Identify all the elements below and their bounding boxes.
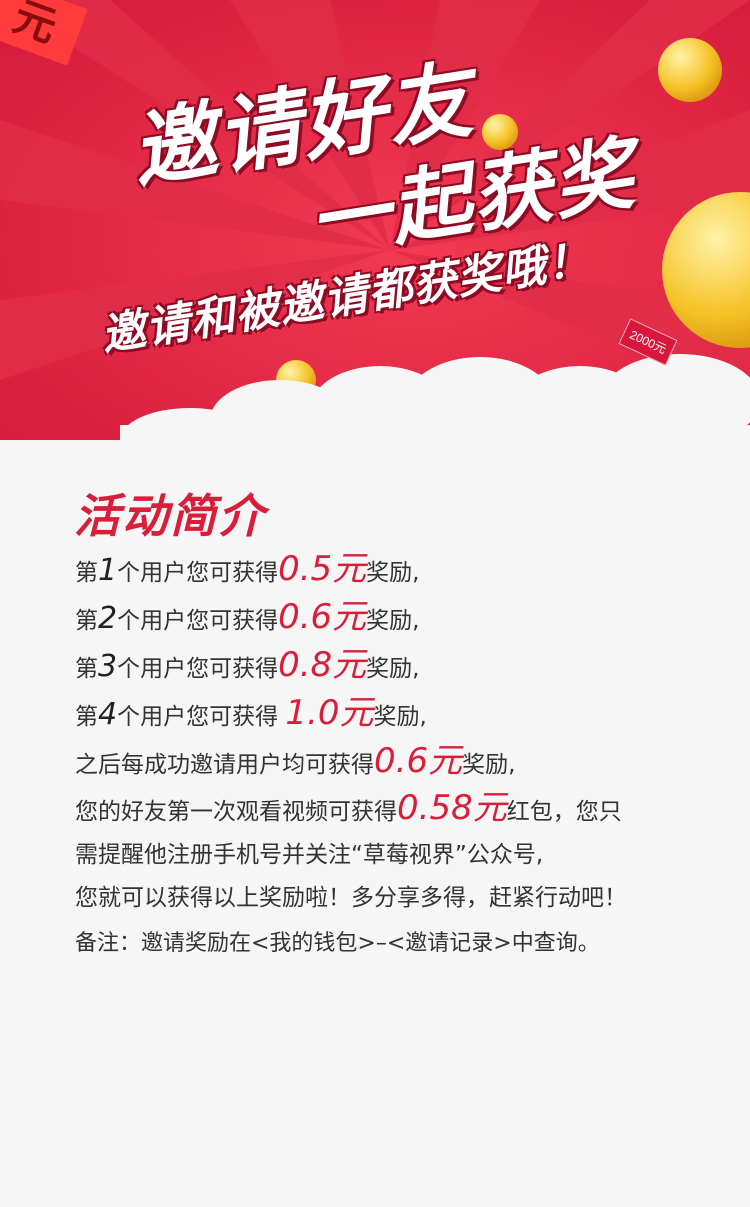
reward-amount: 1.0元 [285, 693, 374, 733]
friend-suffix: 红包，您只 [506, 799, 622, 825]
reward-text: 个用户您可获得 [117, 656, 279, 682]
reward-amount: 0.8元 [278, 645, 367, 685]
reward-rank: 2 [98, 601, 118, 636]
reward-line-2: 第2个用户您可获得0.6元奖励, [75, 593, 695, 641]
reward-suffix: 奖励, [373, 704, 427, 730]
section-title: 活动简介 [74, 489, 266, 543]
reward-prefix: 第 [75, 704, 98, 730]
reward-text: 个用户您可获得 [117, 704, 286, 730]
reward-amount: 0.6元 [278, 597, 367, 637]
after-text: 之后每成功邀请用户均可获得 [75, 752, 374, 778]
reward-rank: 1 [98, 553, 118, 588]
reward-suffix: 奖励, [366, 560, 420, 586]
after-reward-line: 之后每成功邀请用户均可获得0.6元奖励, [75, 737, 695, 785]
friend-reward-paragraph: 您的好友第一次观看视频可获得0.58元红包，您只 需提醒他注册手机号并关注“草莓… [75, 787, 695, 920]
reward-text: 个用户您可获得 [117, 608, 279, 634]
note-text: 备注：邀请奖励在<我的钱包>–<邀请记录>中查询。 [75, 931, 600, 956]
reward-suffix: 奖励, [366, 608, 420, 634]
coin-icon [658, 38, 722, 102]
reward-rank: 4 [98, 697, 118, 732]
after-suffix: 奖励, [462, 752, 516, 778]
reward-line-3: 第3个用户您可获得0.8元奖励, [75, 641, 695, 689]
reward-rank: 3 [98, 649, 118, 684]
reward-line-4: 第4个用户您可获得 1.0元奖励, [75, 689, 695, 737]
friend-line-2: 需提醒他注册手机号并关注“草莓视界”公众号, [75, 842, 544, 868]
reward-prefix: 第 [75, 656, 98, 682]
friend-line-3: 您就可以获得以上奖励啦！多分享多得，赶紧行动吧！ [75, 885, 627, 911]
reward-list: 第1个用户您可获得0.5元奖励, 第2个用户您可获得0.6元奖励, 第3个用户您… [75, 545, 695, 966]
reward-prefix: 第 [75, 560, 98, 586]
after-amount: 0.6元 [374, 741, 463, 781]
reward-text: 个用户您可获得 [117, 560, 279, 586]
reward-prefix: 第 [75, 608, 98, 634]
friend-text: 您的好友第一次观看视频可获得 [75, 799, 397, 825]
reward-line-1: 第1个用户您可获得0.5元奖励, [75, 545, 695, 593]
reward-suffix: 奖励, [366, 656, 420, 682]
reward-amount: 0.5元 [278, 549, 367, 589]
hero-banner: 元 邀请好友 一起获奖 邀请和被邀请都获奖哦！ 2000元 [0, 0, 750, 440]
friend-amount: 0.58元 [397, 788, 507, 828]
